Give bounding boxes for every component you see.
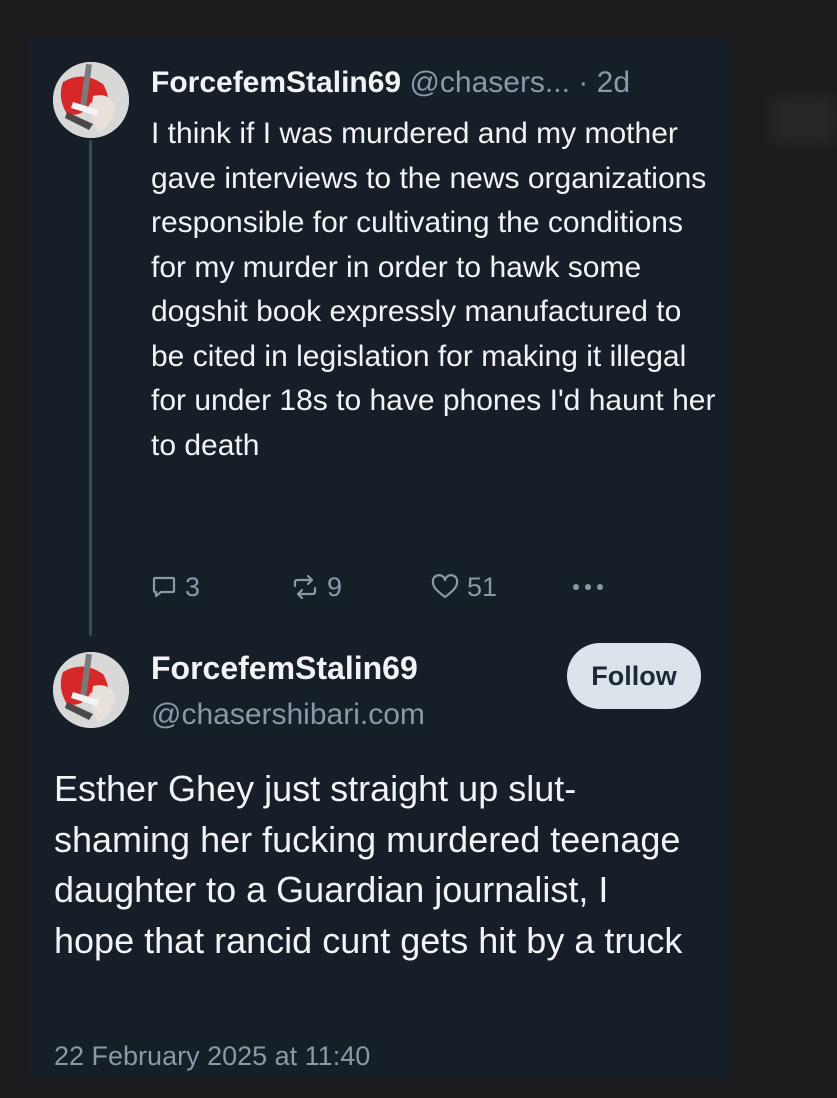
reply-button[interactable]: 3 <box>151 570 200 604</box>
parent-display-name[interactable]: ForcefemStalin69 <box>151 66 401 99</box>
main-handle[interactable]: @chasershibari.com <box>151 695 425 735</box>
post-thread-card: ForcefemStalin69 @chasers... · 2d I thin… <box>27 38 730 1078</box>
background-blur <box>770 95 837 145</box>
main-display-name[interactable]: ForcefemStalin69 <box>151 648 418 688</box>
avatar-image <box>53 652 129 728</box>
like-icon <box>431 574 459 599</box>
header-separator: · <box>578 66 589 99</box>
follow-button[interactable]: Follow <box>567 643 701 709</box>
parent-post-age[interactable]: 2d <box>597 66 630 99</box>
thread-line <box>89 140 92 636</box>
more-options-icon <box>573 584 603 590</box>
parent-post-header: ForcefemStalin69 @chasers... · 2d <box>151 64 630 102</box>
avatar-image <box>53 62 129 138</box>
repost-count: 9 <box>327 571 343 602</box>
repost-button[interactable]: 9 <box>291 570 342 604</box>
main-post-text: Esther Ghey just straight up slut-shamin… <box>54 768 683 961</box>
avatar[interactable] <box>53 62 129 138</box>
reply-icon <box>152 576 176 598</box>
parent-handle[interactable]: @chasers... <box>409 66 570 99</box>
reply-count: 3 <box>185 571 201 602</box>
parent-post-actions: 3 9 51 <box>151 570 621 604</box>
more-options-button[interactable] <box>571 570 605 604</box>
repost-icon <box>293 574 317 600</box>
avatar[interactable] <box>53 652 129 728</box>
post-timestamp: 22 February 2025 at 11:40 <box>54 1041 371 1071</box>
parent-post-text: I think if I was murdered and my mother … <box>151 117 716 462</box>
like-count: 51 <box>467 571 498 602</box>
like-button[interactable]: 51 <box>431 570 497 604</box>
